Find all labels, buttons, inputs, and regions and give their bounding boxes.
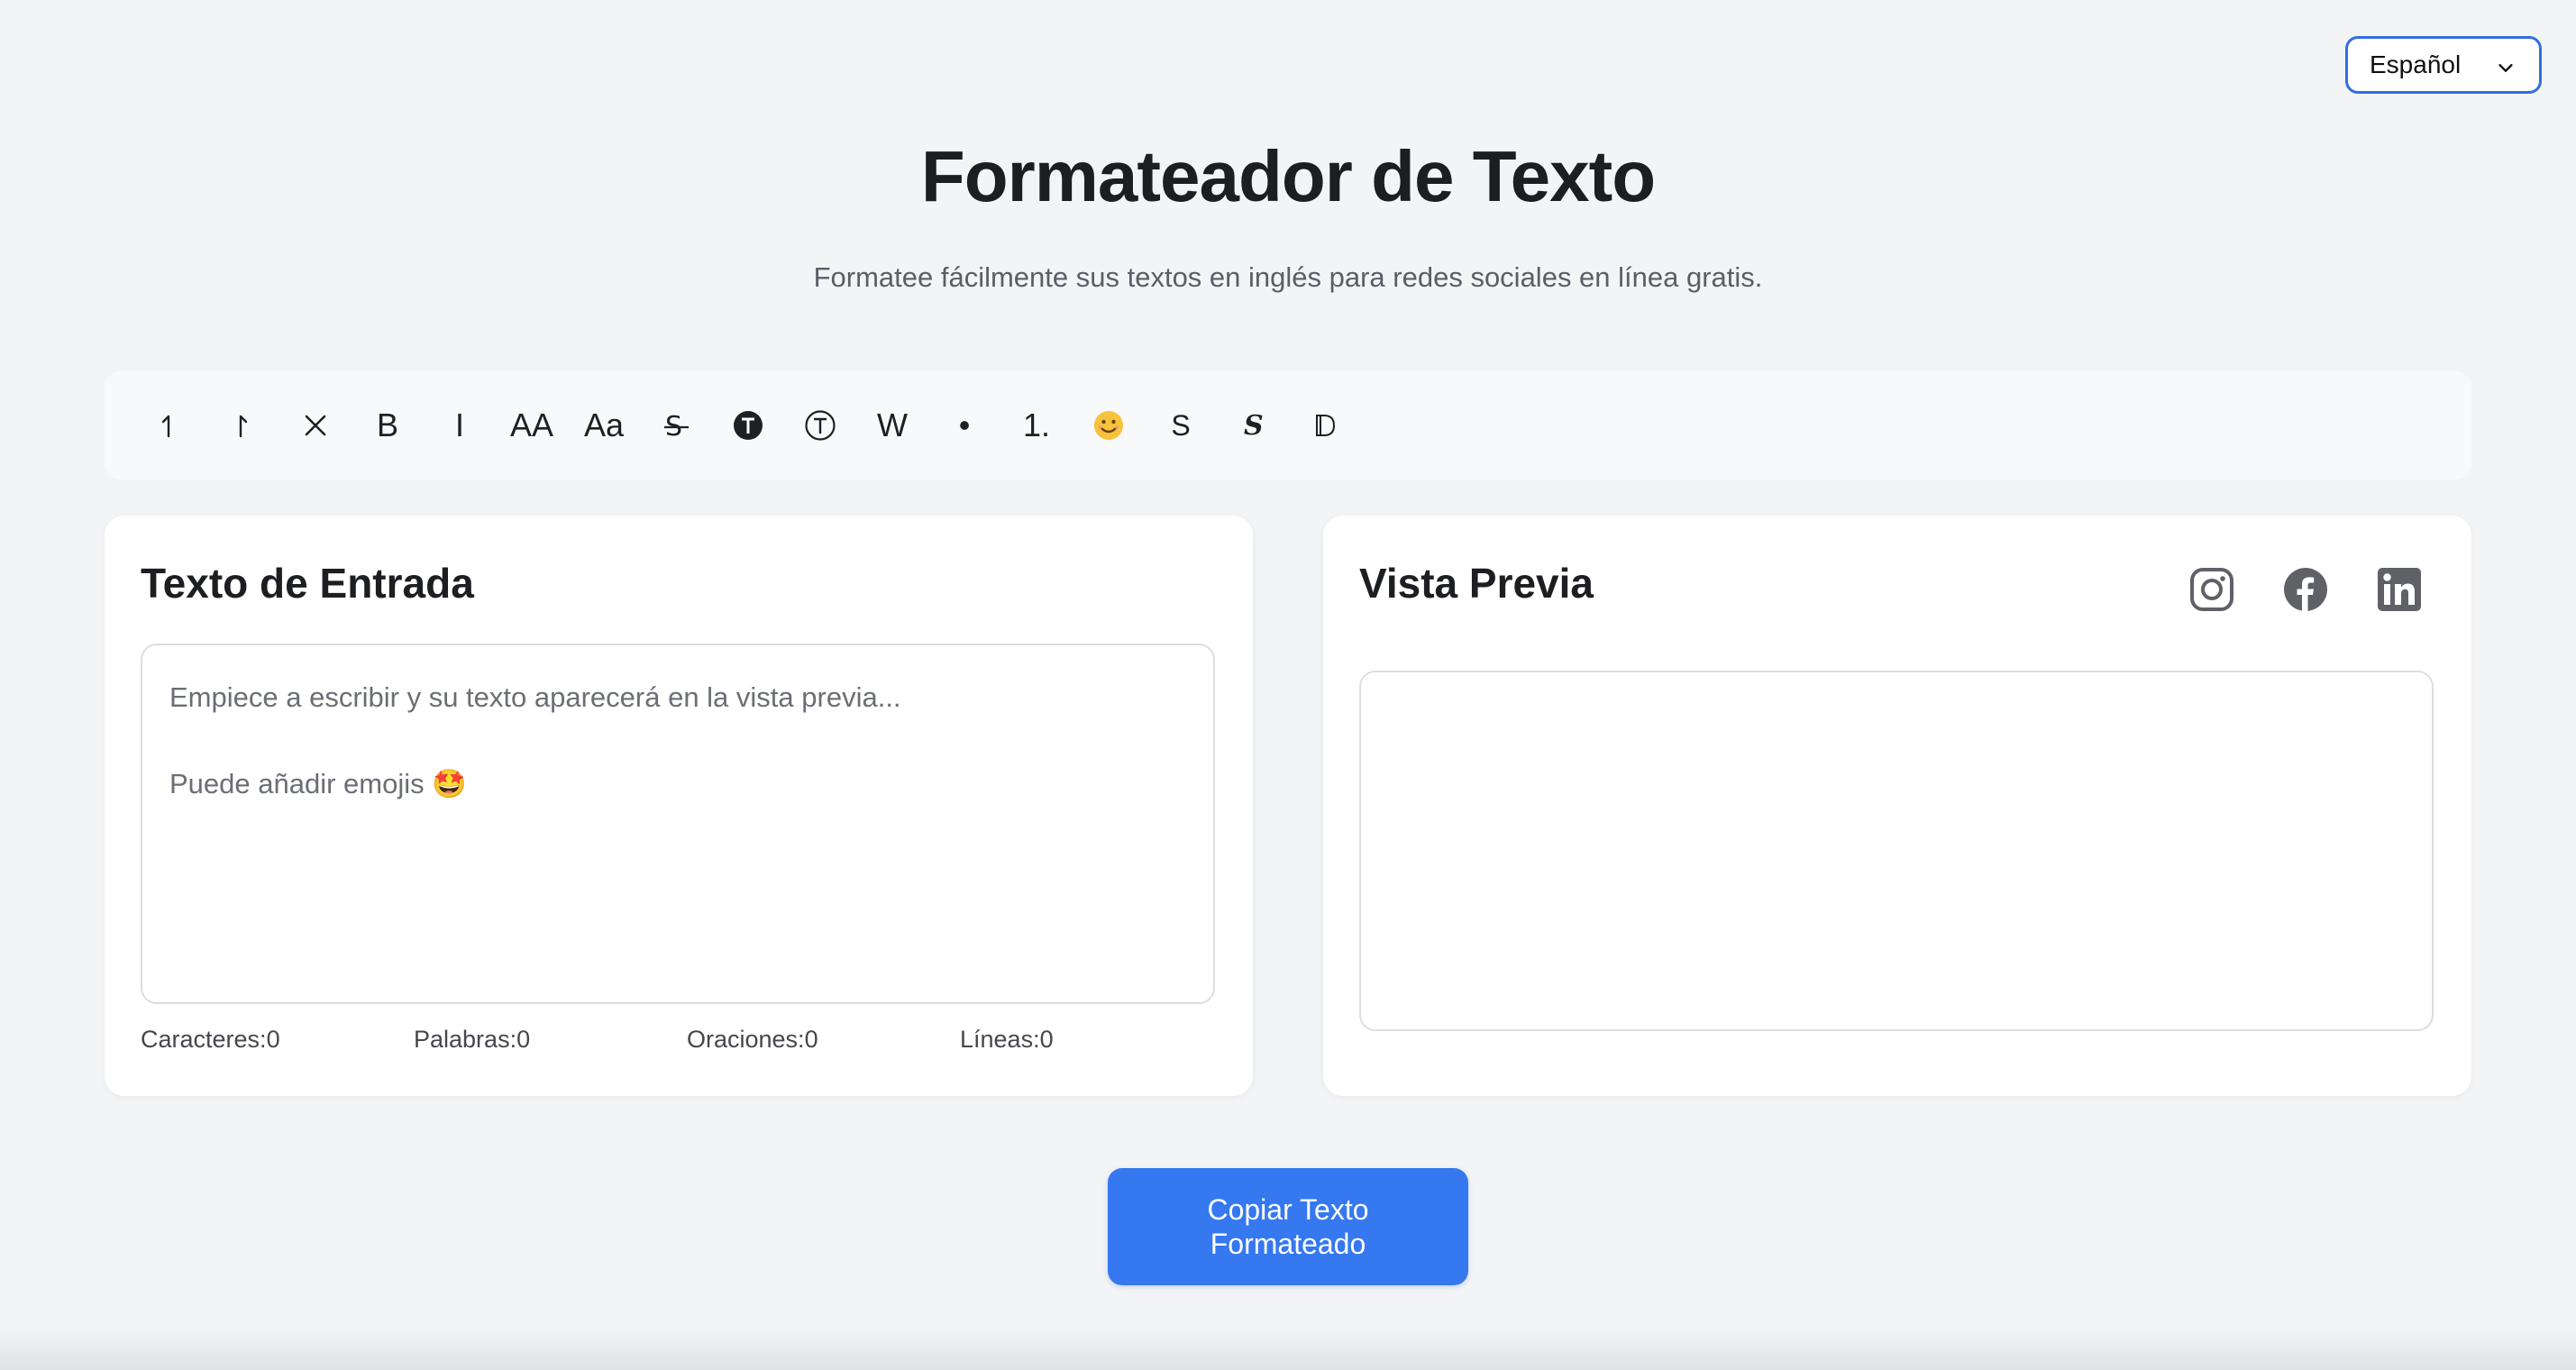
instagram-icon	[2190, 568, 2233, 611]
stat-sentences: Oraciones:0	[687, 1026, 818, 1053]
undo-button[interactable]	[135, 389, 207, 461]
linkedin-button[interactable]	[2374, 564, 2425, 615]
undo-icon	[161, 415, 170, 438]
stat-characters: Caracteres:0	[141, 1026, 280, 1053]
preview-output	[1359, 671, 2434, 1031]
circled-t-icon	[805, 410, 836, 441]
emoji-button[interactable]	[1073, 389, 1145, 461]
linkedin-icon	[2378, 568, 2421, 611]
bullet-list-button[interactable]: •	[928, 389, 1000, 461]
wide-button[interactable]: W	[856, 389, 928, 461]
chevron-down-icon	[2496, 55, 2516, 75]
strikethrough-icon: S	[664, 411, 689, 442]
circled-filled-button[interactable]	[712, 389, 784, 461]
svg-text:S: S	[1244, 410, 1264, 442]
uppercase-button[interactable]: AA	[496, 389, 568, 461]
input-card-title: Texto de Entrada	[141, 560, 474, 607]
language-select[interactable]: Español	[2345, 36, 2542, 94]
facebook-icon	[2284, 568, 2327, 611]
preview-card-title: Vista Previa	[1359, 560, 1594, 607]
text-input[interactable]	[142, 645, 1213, 1002]
instagram-button[interactable]	[2187, 564, 2237, 615]
redo-icon	[239, 415, 248, 438]
bold-button[interactable]: B	[352, 389, 424, 461]
stat-lines: Líneas:0	[960, 1026, 1054, 1053]
double-struck-d-icon	[1316, 415, 1336, 436]
circled-filled-t-icon	[734, 411, 763, 440]
sans-button[interactable]: S	[1145, 389, 1217, 461]
language-select-value: Español	[2370, 50, 2462, 78]
numbered-list-button[interactable]: 1.	[1000, 389, 1073, 461]
page-title: Formateador de Texto	[920, 136, 1656, 216]
script-s-icon: S	[1244, 410, 1264, 442]
page-subtitle: Formatee fácilmente sus textos en inglés…	[813, 261, 1763, 293]
copy-formatted-text-button[interactable]: Copiar Texto Formateado	[1108, 1168, 1468, 1285]
stat-words: Palabras:0	[414, 1026, 531, 1053]
close-icon	[305, 415, 326, 436]
preview-card: Vista Previa	[1323, 516, 2471, 1096]
italic-button[interactable]: I	[424, 389, 496, 461]
script-button[interactable]: S	[1217, 389, 1289, 461]
circled-button[interactable]	[784, 389, 856, 461]
clear-button[interactable]	[279, 389, 352, 461]
bottom-shadow	[0, 1325, 2576, 1370]
redo-button[interactable]	[207, 389, 279, 461]
input-textarea-wrapper	[141, 644, 1215, 1004]
smile-emoji-icon	[1094, 411, 1123, 440]
double-struck-button[interactable]	[1289, 389, 1361, 461]
format-toolbar: B I AA Aa S W • 1. S S	[105, 371, 2471, 480]
strikethrough-button[interactable]: S	[640, 389, 712, 461]
facebook-button[interactable]	[2280, 564, 2331, 615]
input-card: Texto de Entrada Caracteres:0 Palabras:0…	[105, 516, 1253, 1096]
text-stats: Caracteres:0 Palabras:0 Oraciones:0 Líne…	[141, 1026, 1233, 1054]
capitalize-button[interactable]: Aa	[568, 389, 640, 461]
